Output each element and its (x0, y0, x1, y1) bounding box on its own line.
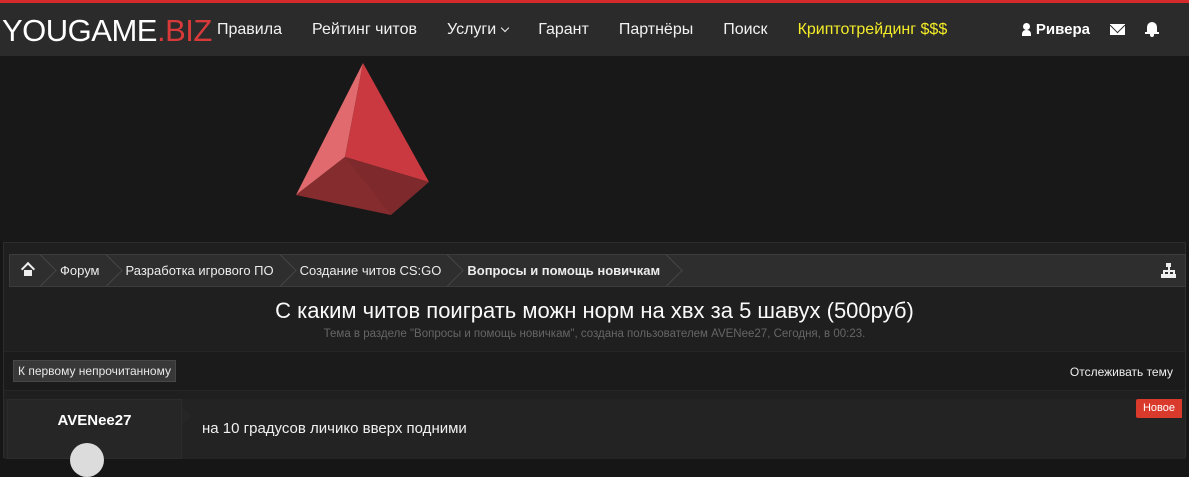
nav-partners-label: Партнёры (618, 20, 694, 38)
nav-services-label: Услуги (446, 20, 497, 38)
user-icon (1021, 23, 1031, 36)
breadcrumb-label: Форум (60, 263, 100, 278)
sitemap-icon[interactable] (1161, 263, 1177, 278)
breadcrumb-home[interactable] (10, 255, 46, 286)
nav-partners[interactable]: Партнёры (619, 21, 693, 39)
thread-panel: Форум Разработка игрового ПО Создание чи… (3, 242, 1186, 477)
nav-services[interactable]: Услуги (446, 20, 510, 39)
nav-guarantee[interactable]: Гарант (538, 21, 589, 39)
nav-cheat-rating-label: Рейтинг читов (311, 20, 417, 38)
chevron-down-icon (500, 23, 510, 32)
envelope-icon[interactable] (1110, 24, 1125, 35)
post-author-name[interactable]: AVENee27 (8, 412, 181, 429)
top-navbar: YOUGAME.BIZ Правила Рейтинг читов Услуги… (0, 0, 1189, 56)
breadcrumb-label: Вопросы и помощь новичкам (467, 263, 661, 278)
user-name: Ривера (1035, 21, 1090, 38)
watch-thread-link[interactable]: Отслеживать тему (1070, 365, 1173, 379)
breadcrumb-label: Создание читов CS:GO (299, 263, 442, 278)
nav-rules[interactable]: Правила (217, 21, 282, 39)
thread-meta: Тема в разделе "Вопросы и помощь новичка… (323, 328, 866, 340)
nav-guarantee-label: Гарант (538, 20, 589, 38)
site-logo[interactable]: YOUGAME.BIZ (2, 13, 212, 49)
thread-title: С каким читов поиграть можн норм на хвх … (275, 298, 914, 323)
nav-crypto-trading[interactable]: Криптотрейдинг $$$ (798, 21, 948, 39)
breadcrumb-csgo-cheats[interactable]: Создание читов CS:GO (286, 255, 454, 286)
breadcrumb-game-dev[interactable]: Разработка игрового ПО (112, 255, 286, 286)
post-author-box: AVENee27 (7, 399, 192, 477)
post-message: AVENee27 на 10 градусов личико вверх под… (4, 399, 1185, 477)
breadcrumb-label: Разработка игрового ПО (125, 263, 274, 278)
logo-domain: .BIZ (156, 13, 212, 48)
nav-rules-label: Правила (217, 20, 282, 38)
new-badge: Новое (1135, 399, 1182, 418)
user-nav: Ривера (1021, 3, 1159, 56)
user-menu[interactable]: Ривера (1021, 21, 1090, 38)
breadcrumb: Форум Разработка игрового ПО Создание чи… (9, 254, 1186, 287)
header-banner (0, 56, 1189, 242)
nav-search-label: Поиск (723, 20, 768, 38)
pyramid-logo-graphic (296, 63, 429, 215)
avatar[interactable] (70, 443, 104, 477)
first-unread-button[interactable]: К первому непрочитанному (13, 360, 176, 382)
nav-cheat-rating[interactable]: Рейтинг читов (312, 21, 417, 39)
nav-search[interactable]: Поиск (723, 21, 767, 39)
breadcrumb-newbie-help[interactable]: Вопросы и помощь новичкам (453, 255, 672, 286)
logo-main: YOUGAME (2, 13, 157, 48)
home-icon (20, 261, 36, 277)
main-nav: Правила Рейтинг читов Услуги Гарант Парт… (217, 3, 977, 56)
bell-icon[interactable] (1145, 22, 1159, 37)
thread-action-bar: К первому непрочитанному Отслеживать тем… (4, 351, 1185, 391)
post-text: на 10 градусов личико вверх подними (202, 420, 467, 437)
nav-crypto-label: Криптотрейдинг $$$ (797, 20, 948, 38)
